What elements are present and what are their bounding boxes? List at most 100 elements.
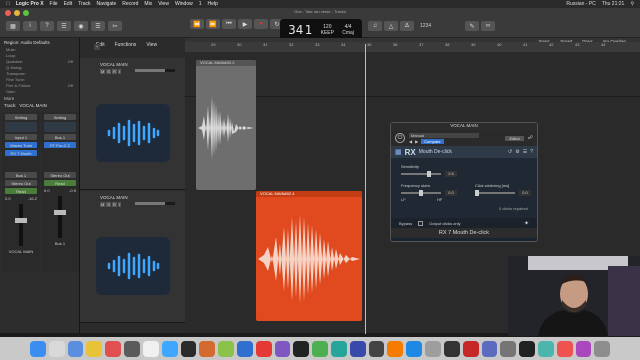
bypass-button[interactable]: Bypass bbox=[399, 221, 412, 226]
rewind-icon[interactable]: ⏪ bbox=[190, 19, 204, 29]
eq-display[interactable] bbox=[5, 122, 37, 132]
safari-icon[interactable] bbox=[67, 340, 84, 357]
settings-icon[interactable]: ⚙ bbox=[515, 149, 519, 155]
app-icon[interactable] bbox=[575, 340, 592, 357]
input-monitor-button[interactable]: I bbox=[117, 69, 122, 74]
loop-browser-icon[interactable]: ∞ bbox=[481, 21, 495, 31]
close-window-icon[interactable] bbox=[5, 10, 11, 16]
play-icon[interactable]: ▶ bbox=[238, 19, 252, 29]
menu-track[interactable]: Track bbox=[78, 1, 90, 7]
app-icon[interactable] bbox=[218, 340, 234, 357]
info-icon[interactable]: i bbox=[23, 21, 37, 31]
zoom-window-icon[interactable] bbox=[23, 10, 29, 16]
compare-button[interactable]: Compare bbox=[421, 138, 444, 144]
app-icon[interactable] bbox=[199, 340, 216, 357]
input-slot[interactable]: Bus 1 bbox=[44, 134, 76, 140]
menu-app-name[interactable]: Logic Pro X bbox=[16, 1, 44, 7]
sensitivity-value[interactable]: 2.6 bbox=[445, 171, 457, 177]
undo-icon[interactable]: ↺ bbox=[508, 149, 512, 155]
apple-icon[interactable]:  bbox=[6, 1, 10, 7]
plugin-slot[interactable]: RX 7 Mouth bbox=[5, 150, 37, 156]
library-icon[interactable]: ▦ bbox=[6, 21, 20, 31]
track-volume-slider[interactable] bbox=[135, 202, 175, 205]
scissors-icon[interactable]: ✂ bbox=[108, 21, 122, 31]
automation-mode[interactable]: Read bbox=[5, 188, 37, 194]
setting-button[interactable]: Setting bbox=[5, 114, 37, 120]
input-monitor-button[interactable]: I bbox=[117, 202, 122, 207]
add-track-icon[interactable]: + bbox=[94, 44, 100, 50]
app-icon[interactable] bbox=[293, 340, 310, 357]
app-icon[interactable] bbox=[255, 340, 272, 357]
clock[interactable]: Thu 21:21 bbox=[602, 1, 625, 7]
ruler[interactable]: 29 30 31 32 33 34 35 36 37 38 39 40 41 4… bbox=[185, 42, 640, 52]
app-icon[interactable] bbox=[180, 340, 197, 357]
menu-record[interactable]: Record bbox=[122, 1, 138, 7]
freq-skew-slider[interactable] bbox=[401, 190, 441, 196]
plugin-slot[interactable]: Waves Tune bbox=[5, 142, 37, 148]
app-icon[interactable] bbox=[425, 340, 441, 357]
minimize-window-icon[interactable] bbox=[14, 10, 20, 16]
prev-preset-icon[interactable]: ◀ bbox=[409, 139, 412, 144]
app-icon[interactable] bbox=[537, 340, 554, 357]
mute-button[interactable]: M bbox=[100, 202, 106, 207]
calendar-icon[interactable] bbox=[142, 340, 159, 357]
app-icon[interactable] bbox=[105, 340, 122, 357]
record-enable-button[interactable]: R bbox=[112, 69, 117, 74]
track-header-1[interactable]: VOCAL MAIN M S R I bbox=[80, 58, 185, 190]
power-icon[interactable]: ⏻ bbox=[395, 133, 405, 143]
editor-button[interactable]: Editor bbox=[505, 135, 524, 141]
search-icon[interactable]: ⚲ bbox=[630, 1, 634, 7]
solo-button[interactable]: S bbox=[106, 202, 112, 207]
app-icon[interactable] bbox=[519, 340, 535, 357]
send-slot[interactable]: Bus 1 bbox=[5, 172, 37, 178]
tuner-icon[interactable]: ♫ bbox=[368, 21, 382, 31]
menu-edit[interactable]: Edit bbox=[64, 1, 73, 7]
record-icon[interactable]: ● bbox=[254, 19, 268, 29]
click-widening-slider[interactable] bbox=[475, 190, 515, 196]
playhead[interactable] bbox=[365, 44, 366, 334]
volume-fader[interactable] bbox=[15, 204, 27, 246]
go-to-start-icon[interactable]: ⏮ bbox=[222, 19, 236, 29]
freq-skew-value[interactable]: 0.0 bbox=[445, 190, 457, 196]
output-slot[interactable]: Stereo Out bbox=[44, 172, 76, 178]
plugin-slot[interactable]: FF Pro-C 2 bbox=[44, 142, 76, 148]
menu-window[interactable]: Window bbox=[175, 1, 193, 7]
menu-navigate[interactable]: Navigate bbox=[97, 1, 117, 7]
finder-icon[interactable] bbox=[30, 340, 46, 357]
app-icon[interactable] bbox=[331, 340, 347, 357]
app-icon[interactable] bbox=[556, 340, 573, 357]
app-icon[interactable] bbox=[500, 340, 517, 357]
help-icon[interactable]: ? bbox=[530, 149, 533, 155]
app-icon[interactable] bbox=[236, 340, 253, 357]
fast-forward-icon[interactable]: ⏩ bbox=[206, 19, 220, 29]
toolbar-icon[interactable]: ☰ bbox=[57, 21, 71, 31]
record-enable-button[interactable]: R bbox=[112, 202, 117, 207]
view-menu[interactable]: View bbox=[146, 42, 157, 48]
track-volume-slider[interactable] bbox=[135, 69, 175, 72]
audio-region-selected[interactable]: VOCAL MAIN#02.4 bbox=[256, 191, 362, 321]
trash-icon[interactable] bbox=[594, 340, 611, 357]
chrome-icon[interactable] bbox=[86, 340, 103, 357]
output-clicks-checkbox[interactable] bbox=[418, 220, 424, 226]
presets-icon[interactable]: ☰ bbox=[523, 149, 527, 155]
module-grid-icon[interactable]: ▦ bbox=[395, 148, 402, 156]
link-icon[interactable]: ☍ bbox=[528, 135, 533, 141]
launchpad-icon[interactable] bbox=[48, 340, 65, 357]
audio-region[interactable]: VOCAL MAIN#02.2 bbox=[196, 60, 256, 190]
setting-button[interactable]: Setting bbox=[44, 114, 76, 120]
track-name[interactable]: VOCAL MAIN bbox=[100, 195, 128, 200]
smart-controls-icon[interactable]: ◉ bbox=[74, 21, 88, 31]
help-icon[interactable]: ? bbox=[40, 21, 54, 31]
app-icon[interactable] bbox=[349, 340, 366, 357]
mixer-icon[interactable]: ☰ bbox=[91, 21, 105, 31]
app-icon[interactable] bbox=[161, 340, 178, 357]
eq-display[interactable] bbox=[44, 122, 76, 132]
app-icon[interactable] bbox=[312, 340, 328, 357]
sensitivity-slider[interactable] bbox=[401, 171, 441, 177]
locale-indicator[interactable]: Russian - PC bbox=[566, 1, 595, 7]
automation-mode[interactable]: Read bbox=[44, 180, 76, 186]
track-header-2[interactable]: VOCAL MAIN M S R I bbox=[80, 191, 185, 323]
click-widening-value[interactable]: 0.0 bbox=[519, 190, 531, 196]
app-icon[interactable] bbox=[368, 340, 385, 357]
output-slot[interactable]: Stereo Out bbox=[5, 180, 37, 186]
